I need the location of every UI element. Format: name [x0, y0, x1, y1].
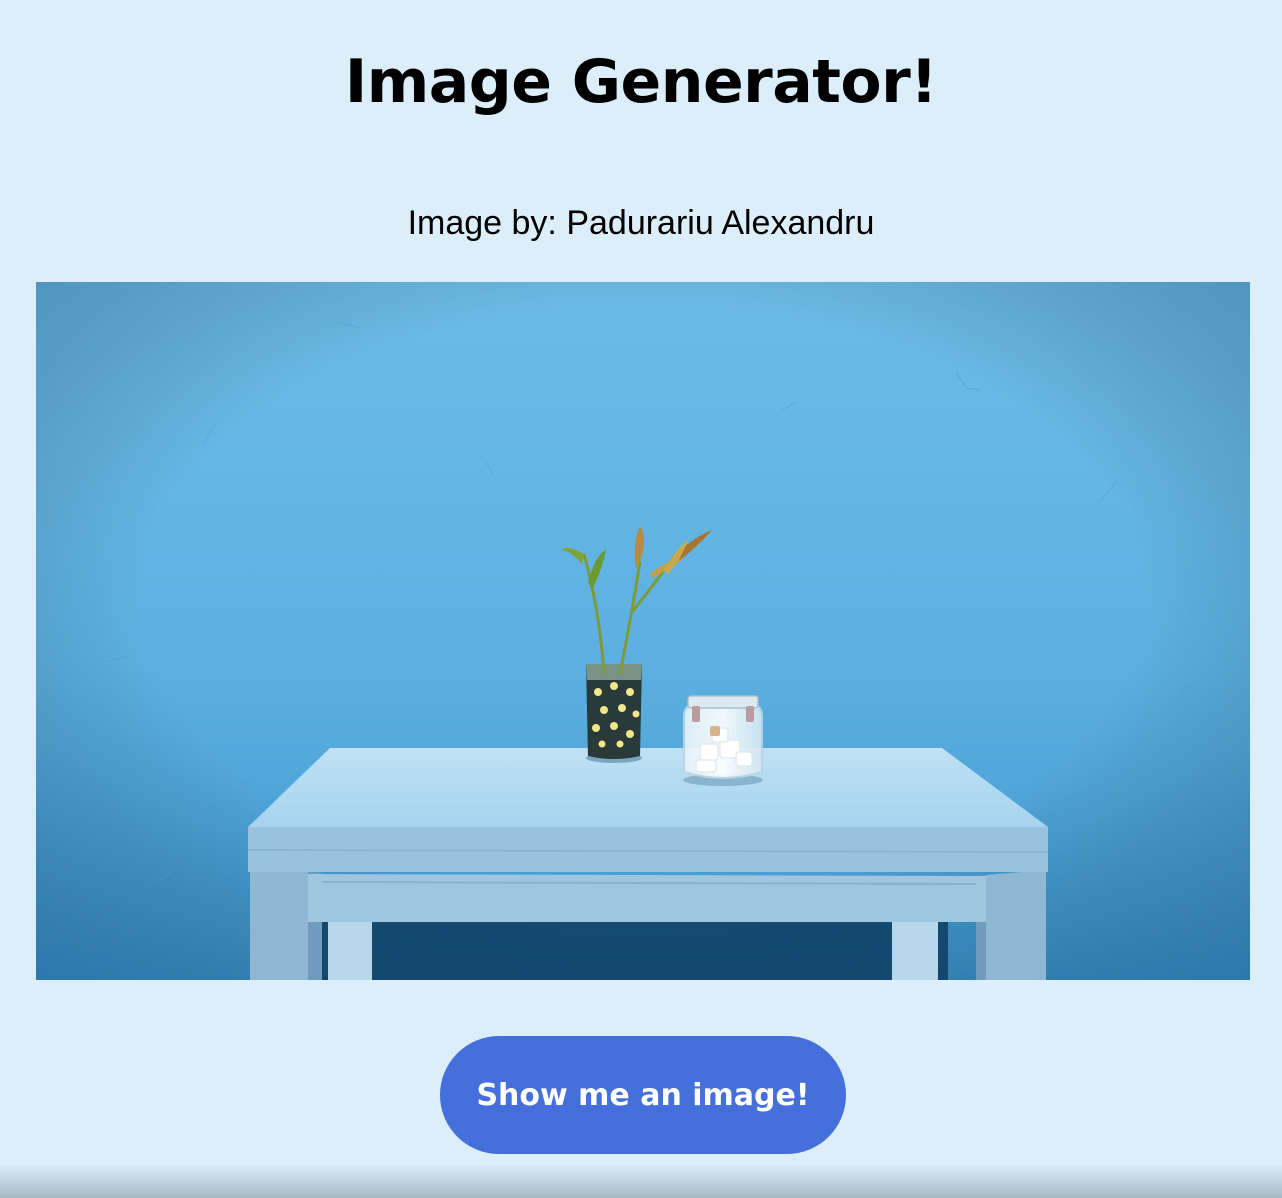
- show-image-button[interactable]: Show me an image!: [440, 1036, 846, 1154]
- window-bottom-shadow: [0, 1164, 1282, 1198]
- generated-image: [36, 282, 1250, 980]
- page-title: Image Generator!: [344, 47, 938, 117]
- image-credit: Image by: Padurariu Alexandru: [407, 204, 875, 242]
